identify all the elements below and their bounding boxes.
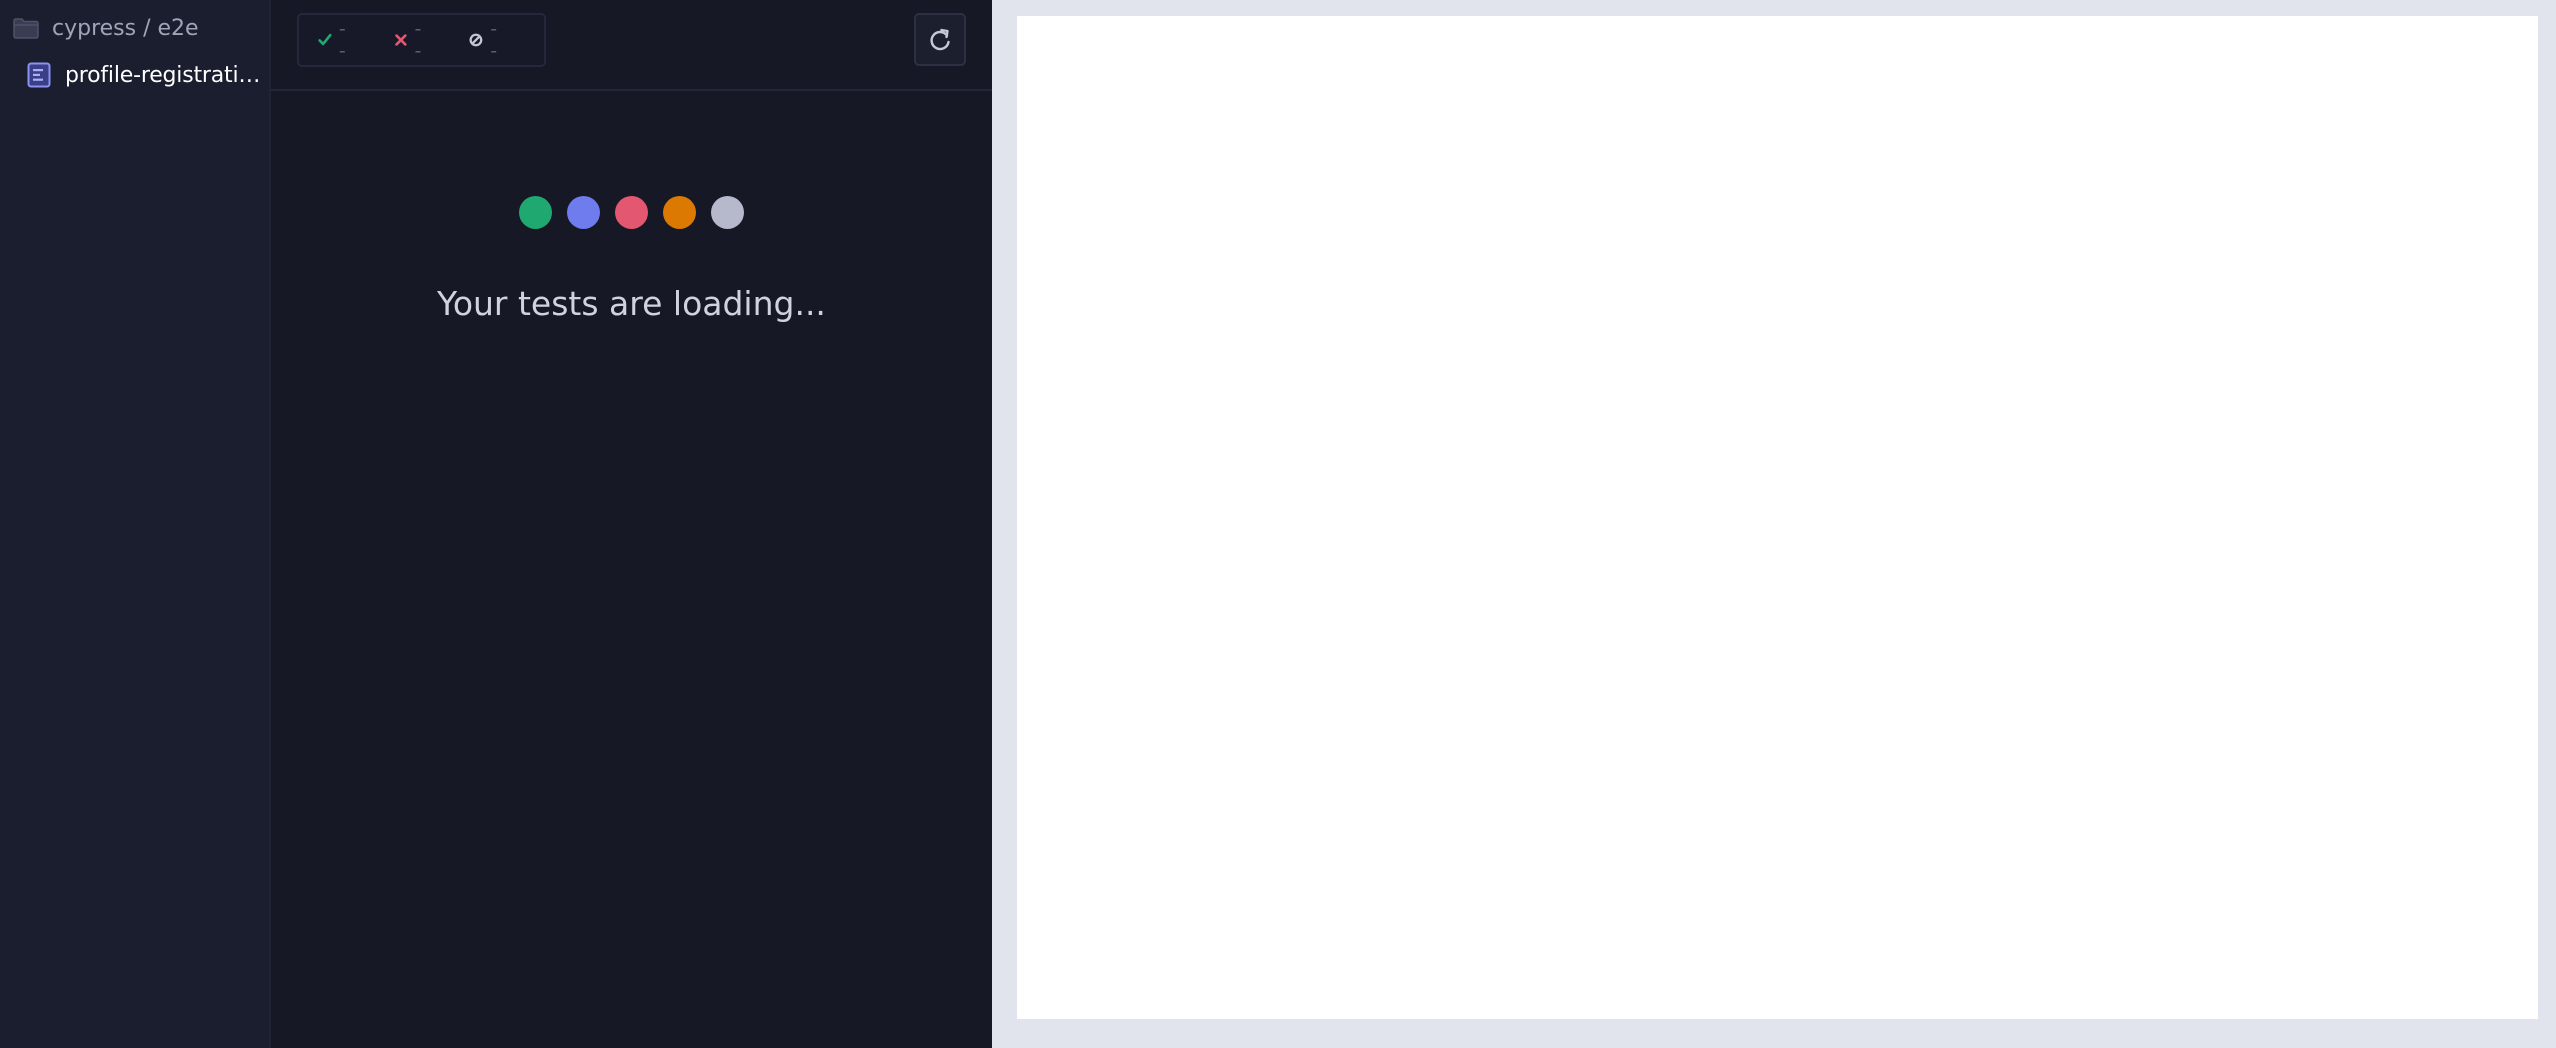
loading-dot bbox=[519, 196, 552, 229]
passed-count: -- bbox=[338, 18, 347, 62]
spec-file[interactable]: profile-registration.cy.js bbox=[27, 59, 271, 91]
reload-icon bbox=[930, 28, 950, 50]
loading-indicator bbox=[271, 196, 992, 230]
loading-message: Your tests are loading... bbox=[437, 284, 826, 323]
cypress-runner: cypress / e2e profile-registration.cy.js… bbox=[0, 0, 2556, 1048]
reporter-panel: -- -- -- Your tests are loading... bbox=[271, 0, 992, 1048]
folder-icon bbox=[13, 18, 39, 39]
x-icon bbox=[394, 34, 407, 46]
spec-file-label: profile-registration.cy.js bbox=[65, 62, 271, 88]
loading-dot bbox=[711, 196, 744, 229]
spec-folder-label: cypress / e2e bbox=[52, 15, 199, 41]
reload-button[interactable] bbox=[914, 13, 966, 66]
spec-sidebar: cypress / e2e profile-registration.cy.js bbox=[0, 0, 271, 1048]
passed-stat: -- bbox=[317, 18, 353, 62]
spec-folder[interactable]: cypress / e2e bbox=[13, 13, 199, 43]
check-icon bbox=[318, 33, 332, 46]
loading-dot bbox=[615, 196, 648, 229]
pending-stat: -- bbox=[468, 18, 504, 62]
reporter-header: -- -- -- bbox=[271, 0, 992, 91]
pending-count: -- bbox=[490, 18, 499, 62]
aut-panel bbox=[992, 0, 2556, 1048]
aut-iframe[interactable] bbox=[1017, 16, 2538, 1019]
failed-count: -- bbox=[414, 18, 423, 62]
skip-icon bbox=[469, 33, 483, 47]
test-stats: -- -- -- bbox=[297, 13, 546, 67]
loading-dot bbox=[567, 196, 600, 229]
loading-dot bbox=[663, 196, 696, 229]
spec-file-icon bbox=[27, 62, 51, 88]
failed-stat: -- bbox=[393, 18, 429, 62]
